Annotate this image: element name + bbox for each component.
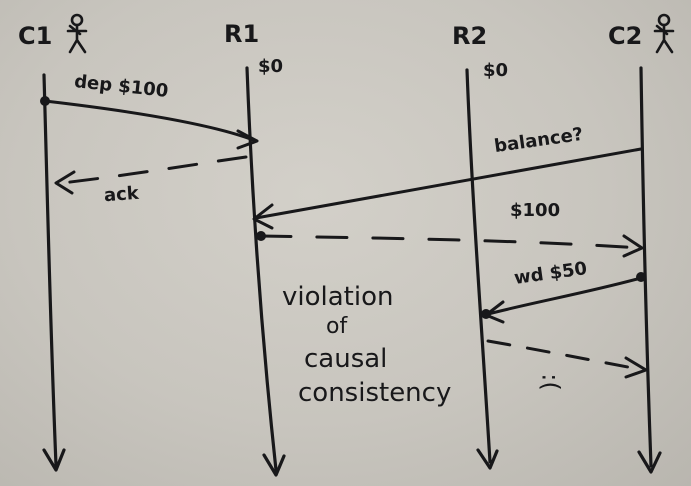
annotation-line1: violation — [282, 282, 394, 312]
label-r1: R1 — [224, 20, 260, 48]
whiteboard-diagram: C1 R1 R2 C2 $0 $0 dep $100 ack balance? … — [0, 0, 691, 486]
timeline-c2 — [637, 66, 662, 474]
arrow-deposit — [43, 99, 258, 143]
label-r2: R2 — [452, 22, 488, 50]
arrow-ack — [60, 155, 248, 185]
timeline-c1 — [42, 73, 66, 472]
diagram-lines — [40, 13, 675, 477]
annotation-line2: of — [326, 314, 348, 339]
r1-balance: $0 — [258, 56, 284, 77]
annotation-line4: consistency — [298, 378, 452, 408]
msg-ack: ack — [103, 182, 140, 207]
arrow-withdraw — [486, 276, 643, 316]
timeline-r1 — [245, 66, 286, 477]
timeline-r2 — [465, 68, 499, 470]
arrow-balance-reply — [259, 234, 642, 250]
r2-balance: $0 — [483, 60, 509, 81]
client-c1-figure-icon — [66, 13, 88, 54]
frown-face: :( — [536, 373, 565, 391]
label-c2: C2 — [608, 22, 643, 50]
arrow-balance-query — [254, 147, 643, 220]
annotation-line3: causal — [304, 344, 388, 374]
label-c1: C1 — [18, 22, 53, 50]
client-c2-figure-icon — [653, 13, 675, 54]
arrow-r2-to-c2 — [486, 339, 646, 372]
msg-balance-reply: $100 — [510, 200, 561, 221]
